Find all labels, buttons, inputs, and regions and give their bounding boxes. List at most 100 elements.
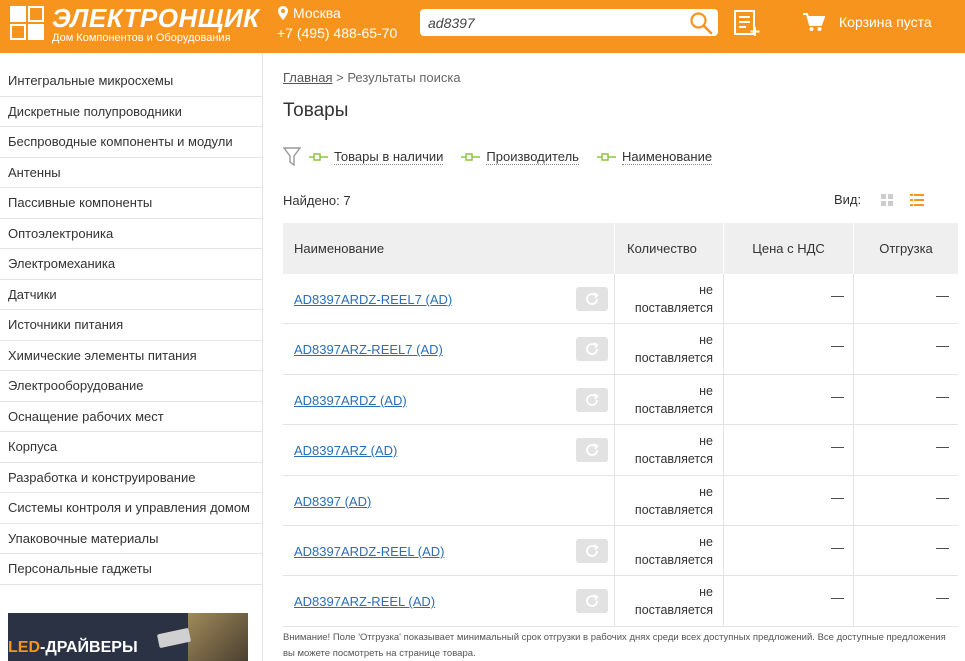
column-header-shipping: Отгрузка <box>879 241 933 256</box>
sidebar-item[interactable]: Персональные гаджеты <box>0 554 262 585</box>
shipping-value: — <box>936 439 949 455</box>
banner-rest: -ДРАЙВЕРЫ <box>40 639 138 656</box>
price-cell: — <box>724 274 854 324</box>
city-selector[interactable]: Москва <box>278 5 341 21</box>
quantity-line-1: не <box>699 585 713 600</box>
shipping-cell: — <box>854 324 958 373</box>
name-cell: AD8397ARDZ-REEL7 (AD) <box>283 274 615 324</box>
quantity-line-2: поставляется <box>634 552 713 567</box>
breadcrumb-home-link[interactable]: Главная <box>283 70 332 85</box>
sidebar-item[interactable]: Источники питания <box>0 310 262 341</box>
cart-button[interactable]: Корзина пуста <box>803 12 932 32</box>
refresh-button[interactable] <box>576 387 608 412</box>
sidebar-item[interactable]: Электромеханика <box>0 249 262 280</box>
category-list: Интегральные микросхемы Дискретные полуп… <box>0 66 262 585</box>
sidebar-item[interactable]: Дискретные полупроводники <box>0 97 262 127</box>
quantity-value: не поставляется <box>635 382 713 418</box>
view-label: Вид: <box>834 192 862 207</box>
filter-manufacturer[interactable]: Производитель <box>461 149 579 165</box>
quantity-line-1: не <box>699 434 713 449</box>
banner-image <box>188 613 248 661</box>
refresh-icon <box>586 443 599 457</box>
refresh-button[interactable] <box>576 287 608 311</box>
refresh-icon <box>586 342 599 356</box>
product-link[interactable]: AD8397 (AD) <box>294 494 371 509</box>
refresh-button[interactable] <box>576 589 608 614</box>
price-value: — <box>831 489 844 505</box>
filter-funnel-icon[interactable] <box>283 147 301 167</box>
quantity-value: не поставляется <box>635 533 713 569</box>
table-row: AD8397ARDZ-REEL7 (AD) не поставляется — — <box>283 274 958 325</box>
sidebar-item[interactable]: Системы контроля и управления домом <box>0 493 262 524</box>
table-row: AD8397ARZ-REEL7 (AD) не поставляется — — <box>283 324 958 375</box>
sidebar-item[interactable]: Химические элементы питания <box>0 341 262 371</box>
shipping-value: — <box>936 489 949 505</box>
filter-name[interactable]: Наименование <box>596 149 713 165</box>
sidebar-item[interactable]: Антенны <box>0 158 262 188</box>
price-cell: — <box>724 374 854 425</box>
product-link[interactable]: AD8397ARDZ-REEL7 (AD) <box>294 292 452 307</box>
quantity-value: не поставляется <box>635 281 713 317</box>
sidebar-item[interactable]: Упаковочные материалы <box>0 524 262 554</box>
banner-text: LED-ДРАЙВЕРЫ <box>8 639 138 657</box>
quantity-line-2: поставляется <box>634 351 713 366</box>
refresh-button[interactable] <box>576 337 608 362</box>
refresh-icon <box>586 393 599 406</box>
search-icon[interactable] <box>689 11 713 35</box>
table-row: AD8397 (AD) не поставляется — — <box>283 475 958 526</box>
shipping-value: — <box>936 388 949 404</box>
name-cell: AD8397ARZ-REEL (AD) <box>283 576 615 626</box>
main-content: Главная > Результаты поиска Товары Товар… <box>283 53 965 661</box>
price-value: — <box>831 539 844 555</box>
breadcrumb-current: Результаты поиска <box>347 70 461 85</box>
results-count: Найдено: 7 <box>283 193 351 208</box>
price-value: — <box>831 439 844 455</box>
quantity-cell: не поставляется <box>615 525 724 576</box>
price-cell: — <box>724 525 854 576</box>
product-link[interactable]: AD8397ARDZ (AD) <box>294 393 407 408</box>
phone-number[interactable]: +7 (495) 488-65-70 <box>277 25 397 41</box>
filter-in-stock[interactable]: Товары в наличии <box>309 149 444 165</box>
search-box <box>420 9 718 36</box>
sidebar-item[interactable]: Электрооборудование <box>0 371 262 402</box>
sidebar-item[interactable]: Оснащение рабочих мест <box>0 402 262 432</box>
site-logo[interactable]: ЭЛЕКТРОНЩИК Дом Компонентов и Оборудован… <box>10 5 260 45</box>
price-cell: — <box>724 475 854 525</box>
sidebar-item[interactable]: Интегральные микросхемы <box>0 66 262 97</box>
name-cell: AD8397ARDZ (AD) <box>283 374 615 425</box>
sidebar-item[interactable]: Пассивные компоненты <box>0 188 262 219</box>
shipping-value: — <box>936 590 949 606</box>
quantity-line-2: поставляется <box>634 603 713 618</box>
product-link[interactable]: AD8397ARDZ-REEL (AD) <box>294 544 445 559</box>
sidebar-item[interactable]: Разработка и конструирование <box>0 463 262 493</box>
order-list-icon[interactable] <box>733 9 761 37</box>
grid-view-icon[interactable] <box>881 193 894 206</box>
search-input[interactable] <box>420 9 680 36</box>
product-link[interactable]: AD8397ARZ-REEL (AD) <box>294 594 435 609</box>
quantity-line-2: поставляется <box>634 502 713 517</box>
product-link[interactable]: AD8397ARZ (AD) <box>294 443 397 458</box>
logo-subtitle: Дом Компонентов и Оборудования <box>52 32 231 44</box>
shipping-value: — <box>936 338 949 354</box>
refresh-button[interactable] <box>576 438 608 463</box>
site-header: ЭЛЕКТРОНЩИК Дом Компонентов и Оборудован… <box>0 0 965 53</box>
city-name: Москва <box>293 5 341 21</box>
refresh-button[interactable] <box>576 538 608 563</box>
quantity-value: не поставляется <box>635 583 713 619</box>
toggle-icon <box>309 153 328 161</box>
price-cell: — <box>724 324 854 374</box>
list-view-icon[interactable] <box>910 193 925 206</box>
price-value: — <box>831 338 844 354</box>
sidebar-item[interactable]: Беспроводные компоненты и модули <box>0 127 262 158</box>
led-drivers-banner[interactable]: LED-ДРАЙВЕРЫ <box>8 613 248 661</box>
toggle-icon <box>596 153 616 161</box>
sidebar-item[interactable]: Оптоэлектроника <box>0 219 262 249</box>
sidebar-item[interactable]: Датчики <box>0 280 262 310</box>
cart-label: Корзина пуста <box>839 14 932 30</box>
sidebar-item[interactable]: Корпуса <box>0 432 262 463</box>
quantity-cell: не поставляется <box>615 576 724 626</box>
product-link[interactable]: AD8397ARZ-REEL7 (AD) <box>294 342 443 357</box>
quantity-line-1: не <box>699 534 713 549</box>
page-title: Товары <box>283 100 349 121</box>
shipping-cell: — <box>854 476 958 525</box>
